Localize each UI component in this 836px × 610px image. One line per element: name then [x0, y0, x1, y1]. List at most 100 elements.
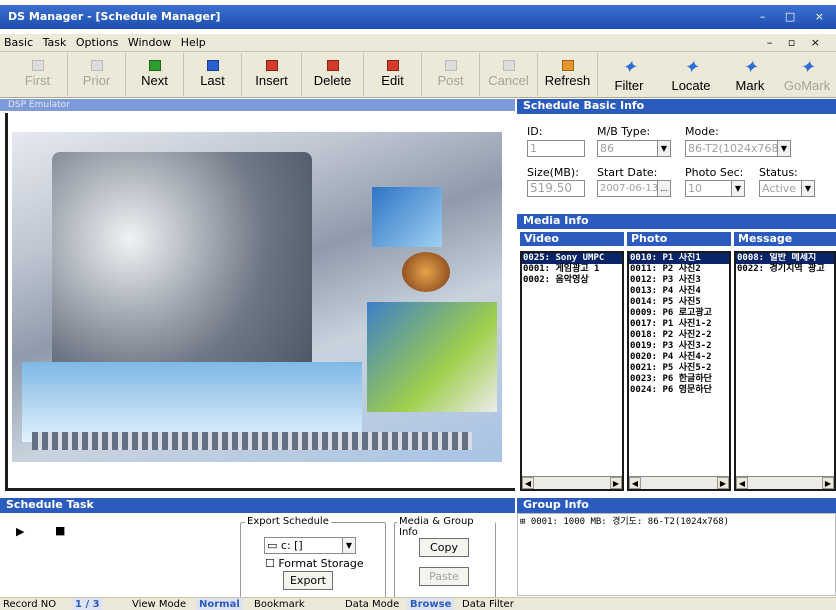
status-select[interactable]: Active ▼ [759, 180, 815, 197]
media-info-header: Media Info [517, 214, 836, 229]
menu-basic[interactable]: Basic [4, 36, 33, 49]
id-label: ID: [527, 125, 543, 138]
list-item[interactable]: 0023: P6 한글하단 [629, 374, 729, 385]
filter-button[interactable]: ✦ Filter [600, 53, 658, 96]
id-field[interactable]: 1 [527, 140, 585, 157]
emulator-display-image [12, 132, 502, 462]
photo-sec-label: Photo Sec: [685, 166, 744, 179]
insert-button[interactable]: Insert [242, 53, 302, 96]
video-list[interactable]: 0025: Sony UMPC 0001: 게임광고 1 0002: 음악영상 … [520, 251, 624, 491]
list-item[interactable]: 0008: 일반 메세지 [736, 253, 834, 264]
window-title-bar: DS Manager - [Schedule Manager] – □ × [0, 5, 836, 29]
list-item[interactable]: 0013: P4 사진4 [629, 286, 729, 297]
list-item[interactable]: 0012: P3 사진3 [629, 275, 729, 286]
refresh-button[interactable]: Refresh [538, 53, 598, 96]
media-info-panel: Video Photo Message 0025: Sony UMPC 0001… [517, 229, 836, 494]
schedule-task-header: Schedule Task [0, 498, 515, 513]
chevron-down-icon: ▼ [777, 141, 790, 156]
play-icon[interactable]: ▶ [16, 525, 24, 538]
start-date-label: Start Date: [597, 166, 658, 179]
edit-button[interactable]: Edit [364, 53, 422, 96]
export-schedule-group: Export Schedule ▭ c: [] ▼ ☐ Format Storag… [240, 516, 386, 600]
menu-options[interactable]: Options [76, 36, 118, 49]
next-icon [148, 60, 161, 71]
message-list[interactable]: 0008: 일반 메세지 0022: 경기지역 광고 ◀ ▶ [734, 251, 836, 491]
list-item[interactable]: 0014: P5 사진5 [629, 297, 729, 308]
list-item[interactable]: 0009: P6 로고광고 [629, 308, 729, 319]
locate-button[interactable]: ✦ Locate [660, 53, 722, 96]
cancel-button[interactable]: Cancel [480, 53, 538, 96]
group-info-header: Group Info [517, 498, 836, 513]
record-label: Record NO [3, 599, 57, 610]
mb-type-label: M/B Type: [597, 125, 651, 138]
next-button[interactable]: Next [126, 53, 184, 96]
edit-icon [386, 60, 399, 71]
menu-window[interactable]: Window [128, 36, 171, 49]
menu-task[interactable]: Task [43, 36, 67, 49]
media-group-info-group: Media & Group Info Copy Paste [394, 516, 496, 600]
photo-scrollbar[interactable]: ◀ ▶ [629, 476, 729, 489]
mdi-controls[interactable]: – ▫ × [767, 34, 826, 52]
first-icon [31, 60, 44, 71]
video-column-header: Video [520, 232, 624, 246]
list-item[interactable]: 0001: 게임광고 1 [522, 264, 622, 275]
list-item[interactable]: 0020: P4 사진4-2 [629, 352, 729, 363]
photo-column-header: Photo [627, 232, 731, 246]
mode-select[interactable]: 86-T2(1024x768) ▼ [685, 140, 791, 157]
video-scrollbar[interactable]: ◀ ▶ [522, 476, 622, 489]
first-button[interactable]: First [8, 53, 68, 96]
post-button[interactable]: Post [422, 53, 480, 96]
group-info-line[interactable]: 0001: 1000 MB: 경기도: 86-T2(1024x768) [531, 517, 729, 527]
schedule-basic-info-panel: ID: 1 M/B Type: 86 ▼ Mode: 86-T2(1024x768… [517, 114, 836, 213]
mark-button[interactable]: ✦ Mark [724, 53, 776, 96]
chevron-down-icon: ▼ [657, 141, 670, 156]
list-item[interactable]: 0002: 음악영상 [522, 275, 622, 286]
list-item[interactable]: 0010: P1 사진1 [629, 253, 729, 264]
schedule-basic-info-header: Schedule Basic Info [517, 99, 836, 114]
media-group-info-label: Media & Group Info [397, 516, 495, 538]
list-item[interactable]: 0021: P5 사진5-2 [629, 363, 729, 374]
window-controls[interactable]: – □ × [760, 5, 832, 29]
message-scrollbar[interactable]: ◀ ▶ [736, 476, 834, 489]
window-title: DS Manager - [Schedule Manager] [8, 10, 221, 23]
export-schedule-label: Export Schedule [245, 516, 331, 527]
mark-icon: ✦ [742, 57, 758, 77]
emulator-title: DSP Emulator [8, 100, 70, 110]
chevron-down-icon: ▼ [801, 181, 814, 196]
format-storage-checkbox[interactable]: ☐ Format Storage [265, 557, 364, 570]
menu-help[interactable]: Help [181, 36, 206, 49]
copy-button[interactable]: Copy [419, 538, 469, 557]
start-date-field[interactable]: 2007-06-13… [597, 180, 671, 197]
drive-select[interactable]: ▭ c: [] ▼ [264, 537, 356, 554]
last-button[interactable]: Last [184, 53, 242, 96]
group-info-panel[interactable]: ⊞ 0001: 1000 MB: 경기도: 86-T2(1024x768) [517, 513, 836, 596]
delete-button[interactable]: Delete [302, 53, 364, 96]
list-item[interactable]: 0024: P6 영문하단 [629, 385, 729, 396]
photo-list[interactable]: 0010: P1 사진1 0011: P2 사진2 0012: P3 사진3 0… [627, 251, 731, 491]
status-label: Status: [759, 166, 798, 179]
list-item[interactable]: 0018: P2 사진2-2 [629, 330, 729, 341]
stop-icon[interactable]: ■ [55, 524, 65, 537]
mode-label: Mode: [685, 125, 719, 138]
gomark-icon: ✦ [799, 57, 815, 77]
list-item[interactable]: 0025: Sony UMPC [522, 253, 622, 264]
chevron-down-icon: ▼ [342, 538, 355, 553]
size-field[interactable]: 519.50 [527, 180, 585, 197]
gomark-button[interactable]: ✦ GoMark [778, 53, 836, 96]
export-button[interactable]: Export [283, 571, 333, 590]
prior-button[interactable]: Prior [68, 53, 126, 96]
data-mode-value: Browse [407, 598, 455, 610]
data-filter-label: Data Filter [462, 599, 514, 610]
expand-icon[interactable]: ⊞ [520, 517, 525, 527]
insert-icon [265, 60, 278, 71]
last-icon [206, 60, 219, 71]
paste-button[interactable]: Paste [419, 567, 469, 586]
mb-type-select[interactable]: 86 ▼ [597, 140, 671, 157]
list-item[interactable]: 0022: 경기지역 광고 [736, 264, 834, 275]
list-item[interactable]: 0017: P1 사진1-2 [629, 319, 729, 330]
ellipsis-icon[interactable]: … [657, 181, 670, 196]
list-item[interactable]: 0011: P2 사진2 [629, 264, 729, 275]
list-item[interactable]: 0019: P3 사진3-2 [629, 341, 729, 352]
chevron-down-icon: ▼ [731, 181, 744, 196]
photo-sec-select[interactable]: 10 ▼ [685, 180, 745, 197]
